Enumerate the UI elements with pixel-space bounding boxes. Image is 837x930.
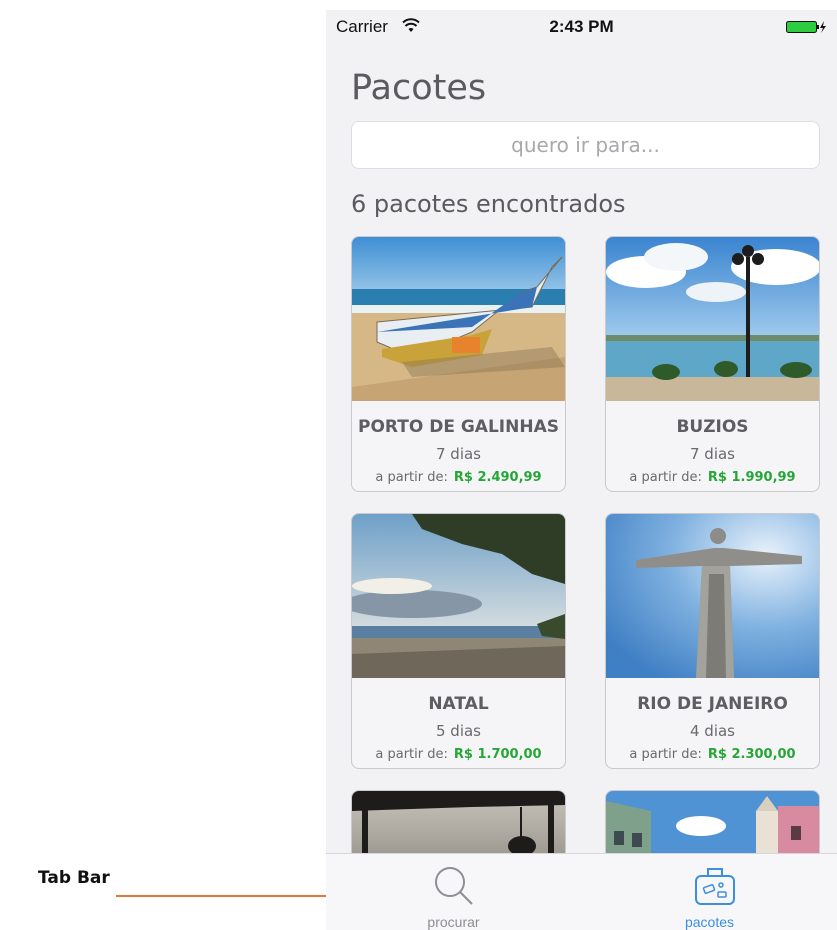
page-title: Pacotes bbox=[351, 68, 487, 108]
package-photo-beach-tree bbox=[352, 514, 565, 678]
package-duration: 4 dias bbox=[689, 722, 735, 740]
tab-bar: procurar pacotes bbox=[326, 853, 837, 930]
package-price: R$ 2.490,99 bbox=[453, 470, 542, 485]
package-photo-christ-the-redeemer bbox=[606, 514, 819, 678]
battery-charging-icon bbox=[786, 21, 826, 33]
package-price-row: a partir de: R$ 1.990,99 bbox=[606, 470, 819, 485]
status-bar: Carrier 2:43 PM bbox=[326, 10, 837, 40]
package-card-buzios[interactable]: BUZIOS 7 dias a partir de: R$ 1.990,99 bbox=[605, 236, 820, 492]
results-count: 6 pacotes encontrados bbox=[351, 190, 626, 218]
package-price-row: a partir de: R$ 2.490,99 bbox=[352, 470, 565, 485]
package-card-porto-de-galinhas[interactable]: PORTO DE GALINHAS 7 dias a partir de: R$ … bbox=[351, 236, 566, 492]
price-prefix: a partir de: bbox=[629, 470, 702, 485]
package-duration: 7 dias bbox=[435, 445, 481, 463]
price-prefix: a partir de: bbox=[629, 747, 702, 762]
package-card-rio-de-janeiro[interactable]: RIO DE JANEIRO 4 dias a partir de: R$ 2.3… bbox=[605, 513, 820, 769]
package-photo-harbor-lamp-post bbox=[606, 237, 819, 401]
status-time: 2:43 PM bbox=[549, 17, 614, 36]
package-price-row: a partir de: R$ 1.700,00 bbox=[352, 747, 565, 762]
search-icon bbox=[435, 867, 473, 905]
phone-screen: Carrier 2:43 PM Pacotes 6 pacotes encont… bbox=[326, 10, 837, 930]
package-name: NATAL bbox=[428, 694, 489, 714]
price-prefix: a partir de: bbox=[375, 747, 448, 762]
package-name: BUZIOS bbox=[676, 417, 749, 437]
package-price: R$ 1.990,99 bbox=[707, 470, 796, 485]
tab-label: procurar bbox=[427, 914, 480, 930]
package-price: R$ 1.700,00 bbox=[453, 747, 542, 762]
price-prefix: a partir de: bbox=[375, 470, 448, 485]
suitcase-icon bbox=[695, 868, 735, 905]
package-name: RIO DE JANEIRO bbox=[637, 694, 788, 714]
package-name: PORTO DE GALINHAS bbox=[358, 417, 559, 437]
tab-procurar[interactable]: procurar bbox=[326, 854, 581, 930]
package-price-row: a partir de: R$ 2.300,00 bbox=[606, 747, 819, 762]
destination-search-input[interactable] bbox=[351, 121, 820, 169]
tab-bar-annotation-label: Tab Bar bbox=[38, 868, 110, 888]
package-photo-boat-on-beach bbox=[352, 237, 565, 401]
package-price: R$ 2.300,00 bbox=[707, 747, 796, 762]
package-duration: 7 dias bbox=[689, 445, 735, 463]
package-card-natal[interactable]: NATAL 5 dias a partir de: R$ 1.700,00 bbox=[351, 513, 566, 769]
tab-pacotes[interactable]: pacotes bbox=[582, 854, 837, 930]
tab-label: pacotes bbox=[684, 914, 735, 930]
package-duration: 5 dias bbox=[435, 722, 481, 740]
